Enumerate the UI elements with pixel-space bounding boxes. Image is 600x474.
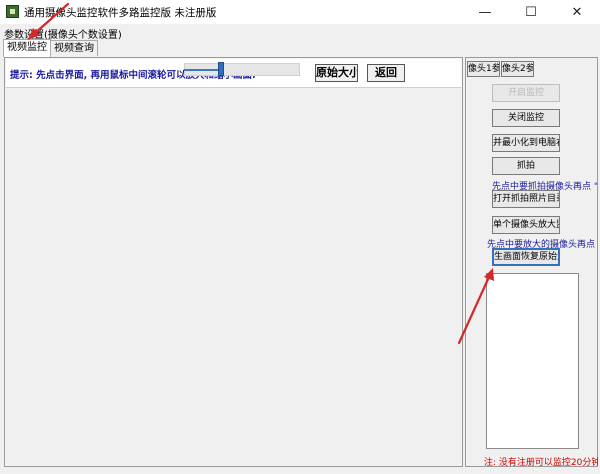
minimize-to-tray-button[interactable]: 并最小化到电脑右下 [492,134,560,152]
stop-monitor-button[interactable]: 关闭监控 [492,109,560,127]
camera-1-params-tab[interactable]: 像头1参 [467,61,500,77]
video-display-area[interactable] [6,87,461,465]
camera-list-box[interactable] [486,273,579,449]
zoom-slider-thumb[interactable] [218,62,224,76]
original-size-button[interactable]: 原始大小 [315,64,358,82]
start-monitor-button[interactable]: 开启监控 [492,84,560,102]
registration-status-text: 注: 没有注册可以监控20分钟, [484,458,598,468]
zoom-slider-fill [184,69,221,71]
tab-video-monitor[interactable]: 视频监控 [3,39,51,57]
single-camera-zoom-button[interactable]: 单个摄像头放大监控 [492,216,560,234]
app-icon [6,5,19,18]
window-title: 通用摄像头监控软件多路监控版 未注册版 [24,7,217,19]
restore-size-button[interactable]: 生画面恢复原始大 [492,248,560,266]
capture-button[interactable]: 抓拍 [492,157,560,175]
back-button[interactable]: 返回 [367,64,405,82]
minimize-button[interactable]: — [462,0,508,24]
tab-video-query[interactable]: 视频查询 [50,40,98,56]
close-button[interactable]: ✕ [554,0,600,24]
open-photo-folder-button[interactable]: 打开抓拍照片目录 [492,190,560,208]
camera-2-params-tab[interactable]: 像头2参 [501,61,534,77]
maximize-button[interactable]: ☐ [508,0,554,24]
